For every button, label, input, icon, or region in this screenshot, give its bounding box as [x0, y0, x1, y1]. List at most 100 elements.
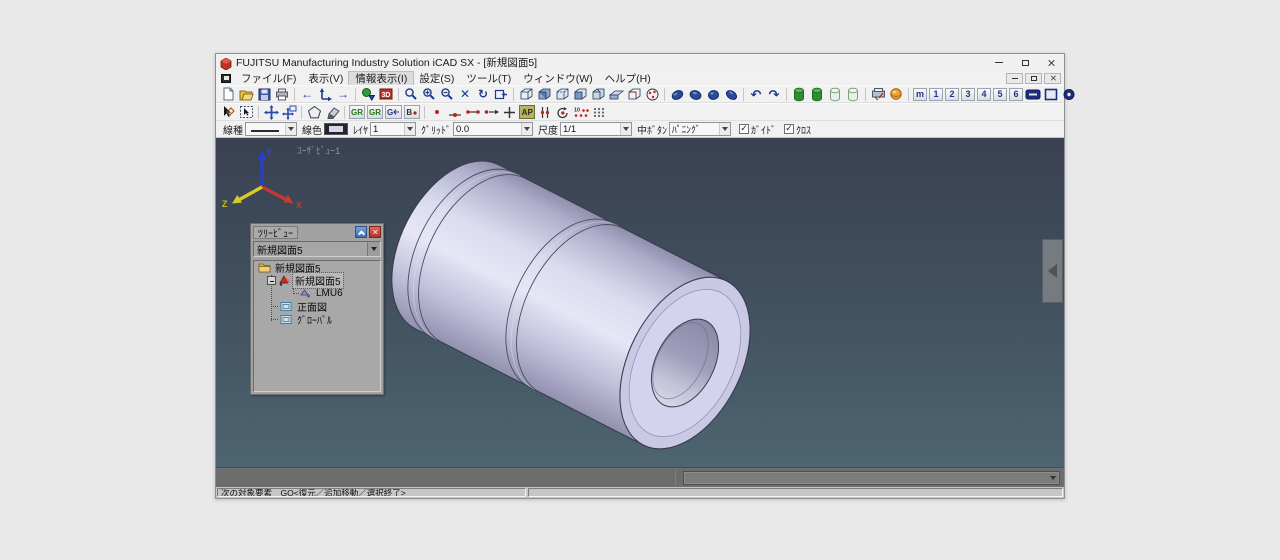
- menu-settings[interactable]: 設定(S): [413, 72, 460, 85]
- minimize-button[interactable]: [986, 54, 1012, 71]
- child-close-button[interactable]: [1044, 73, 1061, 84]
- child-minimize-button[interactable]: [1006, 73, 1023, 84]
- restore-button[interactable]: [1012, 54, 1038, 71]
- zoom-icon[interactable]: [402, 86, 420, 102]
- redo-icon[interactable]: ↷: [765, 86, 783, 102]
- solid-blob-4-icon[interactable]: [722, 86, 740, 102]
- gr-button-1[interactable]: GR: [349, 105, 365, 119]
- snap-grid10-icon[interactable]: 10: [572, 104, 590, 120]
- move-axes-icon[interactable]: [316, 86, 334, 102]
- fit-view-icon[interactable]: [1024, 86, 1042, 102]
- snap-direction-icon[interactable]: [482, 104, 500, 120]
- back-icon[interactable]: ←: [298, 86, 316, 102]
- snap-matrix-icon[interactable]: [590, 104, 608, 120]
- copy-cross-icon[interactable]: [280, 104, 298, 120]
- snap-free-point-icon[interactable]: [428, 104, 446, 120]
- guide-checkbox[interactable]: ｶﾞｲﾄﾞ: [739, 122, 776, 137]
- tree-panel-header[interactable]: ﾂﾘｰﾋﾞｭｰ: [251, 224, 383, 240]
- snap-segment-icon[interactable]: [464, 104, 482, 120]
- menu-info-display[interactable]: 情報表示(I): [349, 72, 413, 85]
- linecolor-swatch[interactable]: [324, 123, 348, 135]
- workplane-button-5[interactable]: 5: [993, 88, 1007, 101]
- snap-rotate-icon[interactable]: [554, 104, 572, 120]
- menu-view[interactable]: 表示(V): [302, 72, 349, 85]
- child-restore-button[interactable]: [1025, 73, 1042, 84]
- workplane-button-6[interactable]: 6: [1009, 88, 1023, 101]
- menu-window[interactable]: ウィンドウ(W): [517, 72, 598, 85]
- cylinder-off-2-icon[interactable]: [844, 86, 862, 102]
- menu-file[interactable]: ファイル(F): [235, 72, 302, 85]
- forward-icon[interactable]: →: [334, 86, 352, 102]
- open-file-icon[interactable]: [237, 86, 255, 102]
- cylinder-off-1-icon[interactable]: [826, 86, 844, 102]
- eye-view-icon[interactable]: [1060, 86, 1078, 102]
- snap-cross-icon[interactable]: [500, 104, 518, 120]
- close-button[interactable]: [1038, 54, 1064, 71]
- tree-item-global[interactable]: ｸﾞﾛｰﾊﾞﾙ: [254, 313, 380, 326]
- pan-view-icon[interactable]: [492, 86, 510, 102]
- plotter-icon[interactable]: [869, 86, 887, 102]
- workplane-button-4[interactable]: 4: [977, 88, 991, 101]
- eraser-icon[interactable]: [323, 104, 341, 120]
- solid-blob-1-icon[interactable]: [668, 86, 686, 102]
- workplane-button-2[interactable]: 2: [945, 88, 959, 101]
- cube-hidden-line-icon[interactable]: [553, 86, 571, 102]
- snap-parallel-icon[interactable]: [536, 104, 554, 120]
- move-cross-icon[interactable]: [262, 104, 280, 120]
- snap-on-element-icon[interactable]: [446, 104, 464, 120]
- save-icon[interactable]: [255, 86, 273, 102]
- gr-button-2[interactable]: GR: [367, 105, 383, 119]
- cube-flat-icon[interactable]: [607, 86, 625, 102]
- workplane-button-1[interactable]: 1: [929, 88, 943, 101]
- collapse-box-icon[interactable]: [267, 276, 276, 285]
- tree-item-model[interactable]: 新規図面5: [254, 274, 380, 287]
- cross-checkbox[interactable]: ｸﾛｽ: [784, 122, 811, 137]
- new-file-icon[interactable]: [219, 86, 237, 102]
- child-window-icon[interactable]: [221, 74, 231, 83]
- cylinder-on-1-icon[interactable]: [790, 86, 808, 102]
- parts-library-icon[interactable]: [359, 86, 377, 102]
- 3d-data-icon[interactable]: 3D: [377, 86, 395, 102]
- viewport[interactable]: ﾕｰｻﾞﾋﾞｭｰ1: [216, 138, 1064, 467]
- layer-select[interactable]: 1: [370, 122, 416, 136]
- zoom-out-icon[interactable]: [438, 86, 456, 102]
- b-point-icon[interactable]: B: [404, 105, 420, 119]
- orange-sphere-icon[interactable]: [887, 86, 905, 102]
- command-input[interactable]: [684, 473, 1047, 483]
- sphere-points-icon[interactable]: [643, 86, 661, 102]
- ap-button[interactable]: AP: [519, 105, 535, 119]
- side-panel-expand-tab[interactable]: [1042, 239, 1063, 303]
- rotate-view-icon[interactable]: ↻: [474, 86, 492, 102]
- grid-select[interactable]: 0.0: [453, 122, 533, 136]
- zoom-cancel-icon[interactable]: ✕: [456, 86, 474, 102]
- command-input-combo[interactable]: [683, 471, 1060, 485]
- model-lmu6[interactable]: [365, 139, 776, 467]
- command-dropdown-arrow[interactable]: [1047, 472, 1059, 484]
- panel-close-button[interactable]: [369, 226, 381, 238]
- cylinder-on-2-icon[interactable]: [808, 86, 826, 102]
- g-box-button[interactable]: G: [385, 105, 402, 119]
- menu-help[interactable]: ヘルプ(H): [599, 72, 657, 85]
- solid-blob-2-icon[interactable]: [686, 86, 704, 102]
- middle-button-select[interactable]: ﾊﾟﾆﾝｸﾞ: [669, 122, 731, 136]
- tree-model-select[interactable]: 新規図面5: [253, 241, 381, 257]
- cube-wire-icon[interactable]: [517, 86, 535, 102]
- select-box-icon[interactable]: [237, 104, 255, 120]
- window-view-icon[interactable]: [1042, 86, 1060, 102]
- print-icon[interactable]: [273, 86, 291, 102]
- workplane-button-m[interactable]: m: [913, 88, 927, 101]
- linetype-select[interactable]: [245, 122, 297, 136]
- cube-section-icon[interactable]: [589, 86, 607, 102]
- cube-half-icon[interactable]: [571, 86, 589, 102]
- titlebar[interactable]: FUJITSU Manufacturing Industry Solution …: [216, 54, 1064, 71]
- cube-open-icon[interactable]: [625, 86, 643, 102]
- select-pen-icon[interactable]: [219, 104, 237, 120]
- solid-blob-3-icon[interactable]: [704, 86, 722, 102]
- polygon-icon[interactable]: [305, 104, 323, 120]
- zoom-in-icon[interactable]: [420, 86, 438, 102]
- scale-select[interactable]: 1/1: [560, 122, 632, 136]
- cube-shaded-icon[interactable]: [535, 86, 553, 102]
- undo-icon[interactable]: ↶: [747, 86, 765, 102]
- workplane-button-3[interactable]: 3: [961, 88, 975, 101]
- menu-tools[interactable]: ツール(T): [460, 72, 517, 85]
